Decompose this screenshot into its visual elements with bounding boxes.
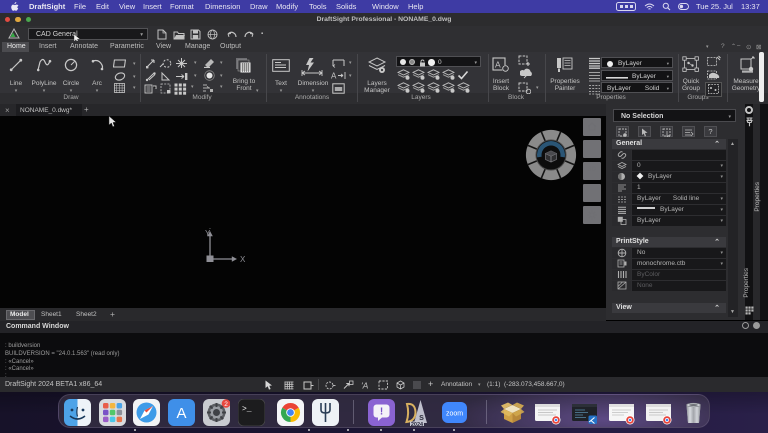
svg-text:s: s <box>419 412 424 422</box>
svg-text:!: ! <box>379 406 382 417</box>
svg-text:2: 2 <box>224 401 228 408</box>
svg-text:A: A <box>495 60 501 70</box>
svg-text:A: A <box>331 72 337 81</box>
svg-text:'A: 'A <box>361 381 369 391</box>
svg-text:A: A <box>176 405 186 422</box>
svg-text:2024: 2024 <box>410 421 423 425</box>
svg-text:X: X <box>240 255 246 262</box>
svg-text:zoom: zoom <box>445 410 462 417</box>
svg-text:>_: >_ <box>242 405 252 414</box>
